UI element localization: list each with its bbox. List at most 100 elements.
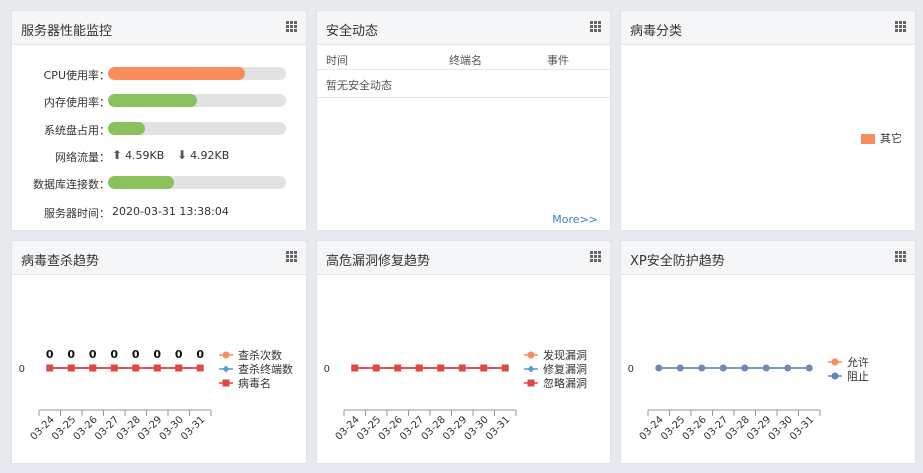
vuln-fix-trend-chart: 003-2403-2503-2603-2703-2803-2903-3003-3… xyxy=(324,348,587,443)
data-point xyxy=(805,364,813,372)
network-upload-value: 4.59KB xyxy=(125,149,165,162)
data-point xyxy=(372,364,380,372)
data-point xyxy=(110,364,118,372)
data-label: 0 xyxy=(153,348,161,361)
legend-label: 忽略漏洞 xyxy=(543,376,587,390)
virus-class-header: 病毒分类 xyxy=(621,11,915,45)
data-point xyxy=(784,364,792,372)
x-tick-label: 03-31 xyxy=(484,414,512,442)
more-link[interactable]: More>> xyxy=(552,213,598,226)
data-point xyxy=(480,364,488,372)
chart-title: XP安全防护趋势 xyxy=(630,254,725,269)
disk-usage-bar xyxy=(108,122,286,135)
column-time[interactable]: 时间 xyxy=(326,52,348,68)
column-event[interactable]: 事件 xyxy=(547,52,569,68)
legend-marker xyxy=(831,372,839,380)
server-time-value: 2020-03-31 13:38:04 xyxy=(112,205,229,218)
legend-other-label: 其它 xyxy=(880,132,902,145)
row-divider xyxy=(317,97,610,98)
legend-label: 修复漏洞 xyxy=(543,362,587,376)
data-point xyxy=(132,364,140,372)
grid-menu-icon[interactable] xyxy=(895,251,906,262)
db-connections-label: 数据库连接数： xyxy=(33,178,110,191)
cpu-usage-bar xyxy=(108,67,286,80)
legend-other[interactable]: 其它 xyxy=(861,130,902,146)
data-point xyxy=(655,364,663,372)
legend-marker xyxy=(527,351,535,359)
legend-swatch xyxy=(861,134,875,144)
legend-marker xyxy=(527,365,535,373)
grid-menu-icon[interactable] xyxy=(590,21,601,32)
xp-protection-trend-header: XP安全防护趋势 xyxy=(621,241,915,275)
legend-marker xyxy=(527,379,535,387)
security-events-panel: 安全动态 时间 终端名 事件 暂无安全动态 More>> xyxy=(316,10,611,231)
data-point xyxy=(175,364,183,372)
disk-usage-fill xyxy=(108,122,146,135)
data-label: 0 xyxy=(175,348,183,361)
cpu-usage-fill xyxy=(108,67,246,80)
column-terminal[interactable]: 终端名 xyxy=(449,52,482,68)
legend-label: 允许 xyxy=(847,355,869,369)
virus-kill-trend-panel: 病毒查杀趋势 0 03-24 03-25 03-26 03-27 03-28 03-29 03… xyxy=(11,240,307,464)
data-point xyxy=(415,364,423,372)
data-point xyxy=(89,364,97,372)
virus-kill-trend-chart: 003-2403-2503-2603-2703-2803-2903-3003-3… xyxy=(19,348,293,443)
xp-protection-trend-panel: XP安全防护趋势 0 03-24 03-25 03-26 03-27 03-28 03-29… xyxy=(620,240,916,464)
memory-label: 内存使用率： xyxy=(44,96,110,109)
data-label: 0 xyxy=(132,348,140,361)
server-monitor-title: 服务器性能监控 xyxy=(21,24,113,39)
legend-marker xyxy=(831,358,839,366)
data-label: 0 xyxy=(110,348,118,361)
server-monitor-panel: 服务器性能监控 CPU使用率： 内存使用率： 系统盘占用： 网络流量： ⬆ 4.5… xyxy=(11,10,307,231)
cpu-label: CPU使用率： xyxy=(43,69,110,82)
data-point xyxy=(196,364,204,372)
data-point xyxy=(741,364,749,372)
network-label: 网络流量： xyxy=(55,151,110,164)
chart-title: 病毒查杀趋势 xyxy=(21,254,100,269)
legend-label: 阻止 xyxy=(847,370,869,383)
data-point xyxy=(676,364,684,372)
download-arrow-icon: ⬇ xyxy=(177,148,188,162)
y-tick-label: 0 xyxy=(324,364,330,375)
grid-menu-icon[interactable] xyxy=(286,21,297,32)
vuln-fix-trend-panel: 高危漏洞修复趋势 0 03-24 03-25 03-26 03-27 03-28 03-29… xyxy=(316,240,611,464)
grid-menu-icon[interactable] xyxy=(286,251,297,262)
grid-menu-icon[interactable] xyxy=(590,251,601,262)
security-empty-text: 暂无安全动态 xyxy=(326,79,392,92)
security-events-header: 安全动态 xyxy=(317,11,610,45)
disk-label: 系统盘占用： xyxy=(44,124,110,137)
memory-usage-fill xyxy=(108,94,197,107)
security-table-header: 时间 终端名 事件 xyxy=(317,45,610,70)
data-point xyxy=(153,364,161,372)
security-events-title: 安全动态 xyxy=(326,24,379,39)
legend-marker xyxy=(222,379,230,387)
data-point xyxy=(762,364,770,372)
data-point xyxy=(437,364,445,372)
data-label: 0 xyxy=(89,348,97,361)
x-tick-label: 03-31 xyxy=(788,414,816,442)
virus-class-title: 病毒分类 xyxy=(630,24,683,39)
data-label: 0 xyxy=(46,348,54,361)
upload-arrow-icon: ⬆ xyxy=(112,148,123,162)
server-time-label: 服务器时间： xyxy=(44,207,110,220)
data-point xyxy=(698,364,706,372)
xp-protection-trend-chart: 003-2403-2503-2603-2703-2803-2903-3003-3… xyxy=(628,355,869,443)
network-download-value: 4.92KB xyxy=(190,149,230,162)
data-point xyxy=(67,364,75,372)
virus-kill-trend-header: 病毒查杀趋势 xyxy=(12,241,306,275)
server-monitor-header: 服务器性能监控 xyxy=(12,11,306,45)
y-tick-label: 0 xyxy=(628,364,634,375)
data-point xyxy=(46,364,54,372)
data-label: 0 xyxy=(196,348,204,361)
data-label: 0 xyxy=(67,348,75,361)
db-connections-bar xyxy=(108,176,286,189)
data-point xyxy=(351,364,359,372)
x-tick-label: 03-31 xyxy=(179,414,207,442)
legend-label: 病毒名 xyxy=(238,376,271,390)
legend-marker xyxy=(222,351,230,359)
data-point xyxy=(394,364,402,372)
grid-menu-icon[interactable] xyxy=(895,21,906,32)
legend-label: 发现漏洞 xyxy=(543,348,587,362)
db-connections-fill xyxy=(108,176,174,189)
vuln-fix-trend-header: 高危漏洞修复趋势 xyxy=(317,241,610,275)
